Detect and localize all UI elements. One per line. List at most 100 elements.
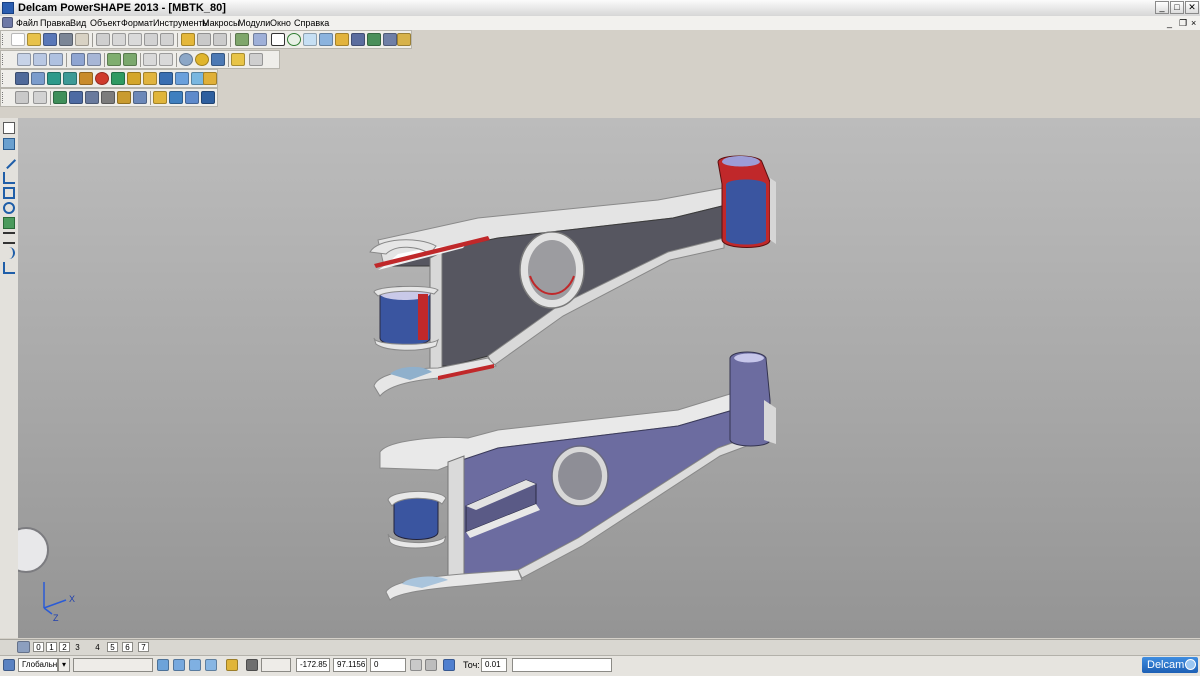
zoom-icon[interactable] (107, 53, 121, 66)
wireframe-icon[interactable] (211, 53, 225, 66)
mdi-minimize-button[interactable]: _ (1165, 17, 1174, 29)
render-icon[interactable] (231, 53, 245, 66)
arc-tool-icon[interactable] (3, 247, 15, 259)
toolbar-grip[interactable] (2, 54, 7, 65)
cut-icon[interactable] (96, 33, 110, 46)
snap-object-icon[interactable] (157, 659, 169, 671)
surface-cone-icon[interactable] (63, 72, 77, 85)
menu-file[interactable]: Файл (14, 17, 40, 29)
multi-line-icon[interactable] (3, 172, 15, 184)
selection-dropdown[interactable] (73, 658, 153, 672)
level-7[interactable]: 7 (138, 642, 149, 652)
solid-icon[interactable] (351, 33, 365, 46)
solid-extrude-icon[interactable] (53, 91, 67, 104)
grid-field[interactable] (261, 658, 291, 672)
surface-cylinder-icon[interactable] (31, 72, 45, 85)
preview-icon[interactable] (75, 33, 89, 46)
workplane-dropdown[interactable]: ▾ (58, 658, 70, 672)
angle-icon[interactable] (3, 262, 15, 274)
view-right-icon[interactable] (87, 53, 101, 66)
dimension-icon[interactable] (3, 232, 15, 244)
level-2[interactable]: 2 (59, 642, 70, 652)
lower-part-full[interactable] (379, 351, 776, 601)
level-4[interactable]: 4 (92, 642, 103, 652)
level-1[interactable]: 1 (46, 642, 57, 652)
snap-grid-icon[interactable] (189, 659, 201, 671)
surface-plane-icon[interactable] (15, 72, 29, 85)
workplane-status-icon[interactable] (3, 659, 15, 671)
mdi-restore-button[interactable]: ❐ (1177, 17, 1189, 29)
solid-feature-icon[interactable] (153, 91, 167, 104)
assembly-icon[interactable] (367, 33, 381, 46)
principal-plane-icon[interactable] (226, 659, 238, 671)
circle-select-icon[interactable] (287, 33, 301, 46)
surface-icon[interactable] (335, 33, 349, 46)
toolbar-grip[interactable] (2, 92, 7, 103)
zoom-window-icon[interactable] (123, 53, 137, 66)
keypad-icon[interactable] (425, 659, 437, 671)
snap-curve-icon[interactable] (205, 659, 217, 671)
workplane-icon[interactable] (235, 33, 249, 46)
surface-drive-icon[interactable] (159, 72, 173, 85)
minimize-button[interactable]: _ (1155, 1, 1169, 14)
level-5[interactable]: 5 (107, 642, 118, 652)
redo-icon[interactable] (197, 33, 211, 46)
view-cube-icon[interactable] (18, 527, 49, 573)
surface-extrude-icon[interactable] (127, 72, 141, 85)
maximize-button[interactable]: □ (1170, 1, 1184, 14)
workplane-field[interactable]: Глобальна (18, 658, 58, 672)
arc-icon[interactable] (319, 33, 333, 46)
solid-history-icon[interactable] (201, 91, 215, 104)
zoom-out-icon[interactable] (159, 53, 173, 66)
curve-icon[interactable] (303, 33, 317, 46)
close-button[interactable]: ✕ (1185, 1, 1199, 14)
menu-view[interactable]: Вид (68, 17, 88, 29)
surface-fillet-icon[interactable] (203, 72, 217, 85)
solid-fillet-icon[interactable] (117, 91, 131, 104)
shade-icon[interactable] (195, 53, 209, 66)
viewport-3d[interactable]: X Z (18, 118, 1200, 638)
menu-object[interactable]: Объект (88, 17, 123, 29)
copy-icon[interactable] (112, 33, 126, 46)
view-top-icon[interactable] (33, 53, 47, 66)
new-icon[interactable] (11, 33, 25, 46)
toolbar-grip[interactable] (2, 73, 7, 84)
menu-window[interactable]: Окно (268, 17, 293, 29)
tools-icon[interactable] (397, 33, 411, 46)
open-icon[interactable] (27, 33, 41, 46)
coord-y-field[interactable]: 97.1156 (333, 658, 367, 672)
save-icon[interactable] (43, 33, 57, 46)
solid-cut-icon[interactable] (101, 91, 115, 104)
level-0[interactable]: 0 (33, 642, 44, 652)
select-arrow-icon[interactable] (3, 122, 15, 134)
view-front-icon[interactable] (17, 53, 31, 66)
rectangle-icon[interactable] (3, 187, 15, 199)
solid-tool-icon[interactable] (3, 217, 15, 229)
surface-network-icon[interactable] (175, 72, 189, 85)
mesh-icon[interactable] (383, 33, 397, 46)
solid-pattern-icon[interactable] (185, 91, 199, 104)
mouse-mode-icon[interactable] (443, 659, 455, 671)
solid-shell-icon[interactable] (133, 91, 147, 104)
rotate-icon[interactable] (179, 53, 193, 66)
menu-modules[interactable]: Модули (236, 17, 272, 29)
solid-revolve-icon[interactable] (69, 91, 83, 104)
axis-icon[interactable] (253, 33, 267, 46)
view-iso-icon[interactable] (49, 53, 63, 66)
surface-sphere-icon[interactable] (47, 72, 61, 85)
paste-icon[interactable] (128, 33, 142, 46)
coord-x-field[interactable]: -172.85 (296, 658, 330, 672)
surface-revolve-icon[interactable] (143, 72, 157, 85)
zoom-in-icon[interactable] (143, 53, 157, 66)
repeat-icon[interactable] (213, 33, 227, 46)
line-tool-icon[interactable] (1, 154, 17, 170)
surface-torus-icon[interactable] (79, 72, 93, 85)
circle-icon[interactable] (3, 202, 15, 214)
view-left-icon[interactable] (71, 53, 85, 66)
toolbar-grip[interactable] (2, 34, 7, 45)
menu-format[interactable]: Формат (119, 17, 155, 29)
print-icon[interactable] (59, 33, 73, 46)
surface-dome-icon[interactable] (95, 72, 109, 85)
menu-help[interactable]: Справка (292, 17, 331, 29)
levels-icon[interactable] (17, 641, 30, 653)
